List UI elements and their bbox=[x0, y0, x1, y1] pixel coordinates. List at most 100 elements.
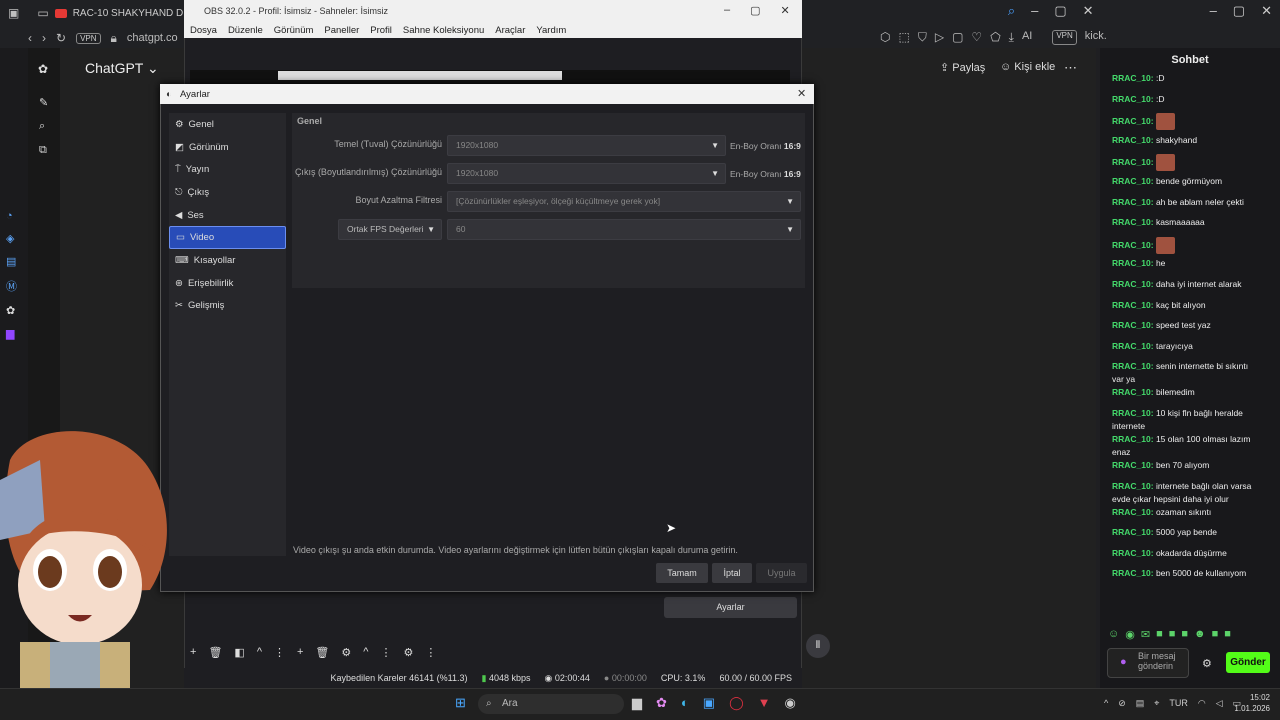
chat-username[interactable]: RRAC_10: bbox=[1112, 548, 1154, 558]
share-button[interactable]: ⇪ Paylaş bbox=[940, 61, 985, 74]
download-icon[interactable]: ⤓ bbox=[1009, 30, 1014, 45]
nav-item[interactable]: ⊛ Erişebilirlik bbox=[169, 272, 286, 295]
chat-username[interactable]: RRAC_10: bbox=[1112, 320, 1154, 330]
add-icon[interactable]: + bbox=[297, 646, 303, 659]
emote-icon[interactable]: ■ bbox=[1212, 628, 1219, 641]
menu-item[interactable]: Görünüm bbox=[274, 25, 314, 36]
reload-icon[interactable]: ↻ bbox=[56, 31, 66, 45]
chat-username[interactable]: RRAC_10: bbox=[1112, 73, 1154, 83]
chevron-up-icon[interactable]: ^ bbox=[257, 646, 262, 659]
obs-settings-button[interactable]: Ayarlar bbox=[664, 597, 797, 618]
menu-item[interactable]: Profil bbox=[370, 25, 392, 36]
emote-icon[interactable]: ☺ bbox=[1108, 628, 1119, 641]
trash-icon[interactable]: 🗑︎ bbox=[208, 646, 222, 659]
chat-username[interactable]: RRAC_10: bbox=[1112, 94, 1154, 104]
gear-icon[interactable]: ⚙ bbox=[403, 646, 413, 659]
emote-icon[interactable]: ■ bbox=[1156, 628, 1163, 641]
store-icon[interactable]: ▣ bbox=[703, 695, 715, 711]
copilot-icon[interactable]: ✿ bbox=[656, 695, 667, 711]
nav-item[interactable]: ⌨ Kısayollar bbox=[169, 249, 286, 272]
ok-button[interactable]: Tamam bbox=[656, 563, 708, 583]
menu-icon[interactable]: ⋮ bbox=[274, 646, 285, 659]
fps-value-select[interactable]: 60 ▼ bbox=[447, 219, 801, 240]
chat-username[interactable]: RRAC_10: bbox=[1112, 116, 1154, 126]
edge-icon[interactable]: ◐ bbox=[681, 695, 689, 711]
nav-item[interactable]: ◩ Görünüm bbox=[169, 136, 286, 159]
chat-username[interactable]: RRAC_10: bbox=[1112, 387, 1154, 397]
close-icon[interactable]: ✕ bbox=[1083, 3, 1094, 19]
trash-icon[interactable]: 🗑︎ bbox=[315, 646, 329, 659]
browser-tab[interactable]: ▣ ▭ RAC-10 SHAKYHAND DER bbox=[8, 4, 197, 22]
forward-icon[interactable]: › bbox=[42, 31, 46, 45]
maximize-icon-2[interactable]: ▢ bbox=[1233, 3, 1245, 19]
vpn-badge-2[interactable]: VPN bbox=[1052, 30, 1077, 45]
chat-username[interactable]: RRAC_10: bbox=[1112, 527, 1154, 537]
chat-username[interactable]: RRAC_10: bbox=[1112, 568, 1154, 578]
location-icon[interactable]: ⌖ bbox=[1154, 698, 1159, 709]
nav-item[interactable]: ▭ Video bbox=[169, 226, 286, 250]
windows-start-icon[interactable]: ⊞ bbox=[455, 695, 466, 711]
url-text[interactable]: chatgpt.co bbox=[127, 32, 178, 44]
menu-item[interactable]: Yardım bbox=[536, 25, 566, 36]
play-icon[interactable]: ▷ bbox=[935, 30, 944, 45]
clock[interactable]: 15:02 1.01.2026 bbox=[1226, 692, 1270, 714]
chat-message-input[interactable]: ● Bir mesaj gönderin bbox=[1107, 648, 1189, 678]
emote-icon[interactable]: ■ bbox=[1169, 628, 1176, 641]
emote-icon[interactable]: ✉ bbox=[1141, 628, 1150, 641]
fps-type-select[interactable]: Ortak FPS Değerleri ▼ bbox=[338, 219, 442, 240]
nav-item[interactable]: ✂ Gelişmiş bbox=[169, 295, 286, 318]
shield-icon[interactable]: ⛉ bbox=[918, 30, 927, 45]
menu-item[interactable]: Sahne Koleksiyonu bbox=[403, 25, 484, 36]
minimize-icon-2[interactable]: – bbox=[1210, 3, 1217, 19]
valorant-icon[interactable]: ▼ bbox=[758, 695, 771, 711]
openai-icon[interactable]: ✿ bbox=[6, 304, 17, 317]
close-icon[interactable]: ✕ bbox=[797, 87, 806, 100]
task-view-icon[interactable]: ▆ bbox=[632, 695, 642, 711]
nav-item[interactable]: ⚙ Genel bbox=[169, 113, 286, 136]
wifi-icon[interactable]: ◠ bbox=[1198, 698, 1206, 709]
minimize-icon[interactable]: – bbox=[724, 4, 730, 17]
chatgpt-model-selector[interactable]: ChatGPT ⌄ bbox=[85, 60, 159, 77]
menu-item[interactable]: Dosya bbox=[190, 25, 217, 36]
close-icon[interactable]: ✕ bbox=[781, 4, 790, 17]
tabs-icon[interactable]: ▭ bbox=[37, 6, 48, 20]
more-options-icon[interactable]: ⋯ bbox=[1064, 60, 1077, 76]
search-chats-icon[interactable]: ⌕ bbox=[39, 120, 45, 133]
audio-mixer-icon[interactable]: ⦀ bbox=[806, 634, 830, 658]
downscale-filter-select[interactable]: [Çözünürlükler eşleşiyor, ölçeği küçültm… bbox=[447, 191, 801, 212]
add-icon[interactable]: + bbox=[190, 646, 196, 659]
bag-icon[interactable]: ◈ bbox=[6, 232, 17, 245]
chat-username[interactable]: RRAC_10: bbox=[1112, 258, 1154, 268]
add-person-button[interactable]: ☺ Kişi ekle bbox=[1000, 61, 1055, 73]
chat-username[interactable]: RRAC_10: bbox=[1112, 408, 1154, 418]
vpn-badge[interactable]: VPN bbox=[76, 32, 101, 44]
filter-icon[interactable]: ◧ bbox=[234, 646, 244, 659]
chat-username[interactable]: RRAC_10: bbox=[1112, 341, 1154, 351]
camera-icon[interactable]: ▢ bbox=[952, 30, 963, 45]
puzzle-icon[interactable]: ⬠ bbox=[990, 30, 1000, 45]
opera-icon[interactable]: ◯ bbox=[729, 695, 744, 711]
nav-item[interactable]: ◀ Ses bbox=[169, 204, 286, 227]
menu-item[interactable]: Paneller bbox=[324, 25, 359, 36]
openai-logo-icon[interactable]: ✿ bbox=[38, 62, 48, 76]
gear-icon[interactable]: ⚙ bbox=[341, 646, 351, 659]
chevron-up-icon[interactable]: ^ bbox=[1104, 698, 1108, 709]
emote-icon[interactable]: ☻ bbox=[1194, 628, 1206, 641]
chat-username[interactable]: RRAC_10: bbox=[1112, 481, 1154, 491]
send-button[interactable]: Gönder bbox=[1226, 652, 1270, 673]
crop-icon[interactable]: ⬚ bbox=[898, 30, 909, 45]
network-off-icon[interactable]: ⊘ bbox=[1118, 698, 1126, 709]
emote-icon[interactable]: ◉ bbox=[1125, 628, 1135, 641]
kick-url[interactable]: kick. bbox=[1085, 30, 1107, 45]
emote-icon[interactable]: ■ bbox=[1181, 628, 1188, 641]
heart-icon[interactable]: ♡ bbox=[971, 30, 982, 45]
volume-icon[interactable]: ◁ bbox=[1216, 698, 1223, 709]
chat-username[interactable]: RRAC_10: bbox=[1112, 300, 1154, 310]
maximize-icon[interactable]: ▢ bbox=[1054, 3, 1066, 19]
back-icon[interactable]: ‹ bbox=[28, 31, 32, 45]
maximize-icon[interactable]: ▢ bbox=[750, 4, 760, 17]
language-indicator[interactable]: TUR bbox=[1169, 698, 1188, 709]
chat-username[interactable]: RRAC_10: bbox=[1112, 197, 1154, 207]
output-resolution-select[interactable]: 1920x1080 ▼ bbox=[447, 163, 726, 184]
menu-icon[interactable]: ⋮ bbox=[425, 646, 436, 659]
